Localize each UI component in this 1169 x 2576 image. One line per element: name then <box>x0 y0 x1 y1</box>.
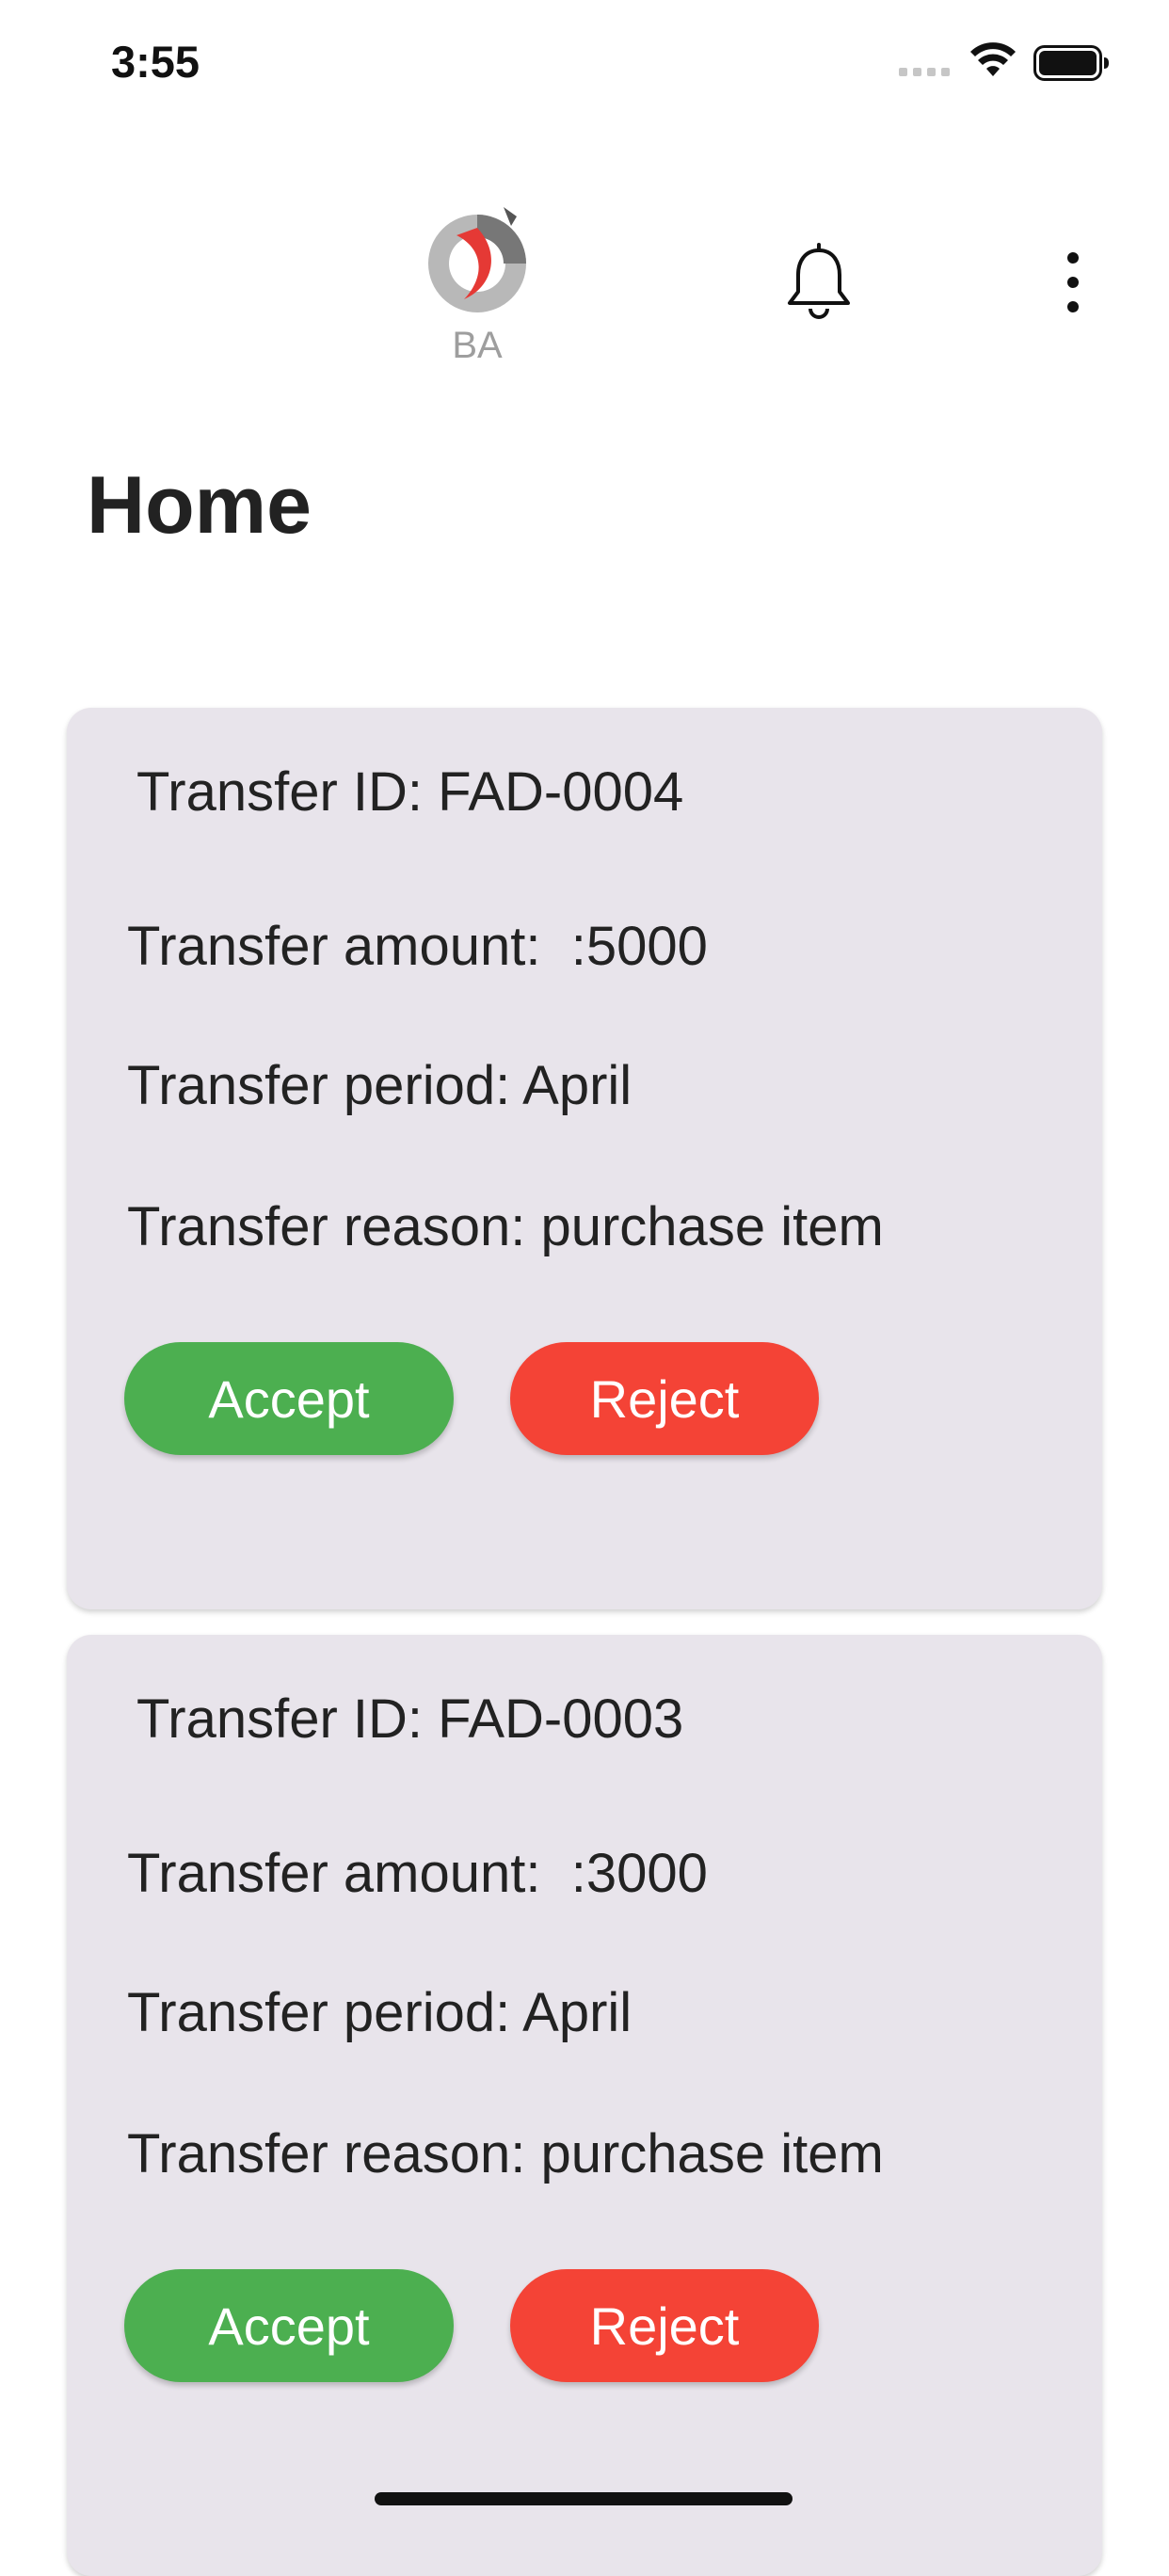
home-indicator[interactable] <box>375 2492 793 2505</box>
transfer-reason: Transfer reason: purchase item <box>127 1196 884 1257</box>
status-time: 3:55 <box>111 37 200 87</box>
page-title: Home <box>87 460 312 551</box>
transfer-amount: Transfer amount: :3000 <box>127 1843 708 1904</box>
transfer-card: Transfer ID: FAD-0004 Transfer amount: :… <box>67 708 1102 1609</box>
more-vertical-icon[interactable] <box>1054 249 1092 315</box>
reject-button[interactable]: Reject <box>510 1342 819 1455</box>
transfer-period: Transfer period: April <box>127 1982 633 2043</box>
reject-button[interactable]: Reject <box>510 2269 819 2382</box>
logo-text: BA <box>452 325 503 366</box>
transfer-reason: Transfer reason: purchase item <box>127 2123 884 2184</box>
transfer-card: Transfer ID: FAD-0003 Transfer amount: :… <box>67 1635 1102 2576</box>
battery-icon <box>1033 45 1109 81</box>
transfer-id: Transfer ID: FAD-0004 <box>136 761 684 823</box>
accept-button[interactable]: Accept <box>124 1342 454 1455</box>
ba-logo: BA <box>419 198 541 372</box>
status-bar: 3:55 <box>0 0 1169 127</box>
cellular-signal-icon <box>899 68 950 76</box>
bell-icon[interactable] <box>784 243 854 322</box>
accept-button[interactable]: Accept <box>124 2269 454 2382</box>
wifi-icon <box>970 42 1016 76</box>
transfer-id: Transfer ID: FAD-0003 <box>136 1688 684 1750</box>
transfer-period: Transfer period: April <box>127 1055 633 1116</box>
transfer-amount: Transfer amount: :5000 <box>127 916 708 977</box>
